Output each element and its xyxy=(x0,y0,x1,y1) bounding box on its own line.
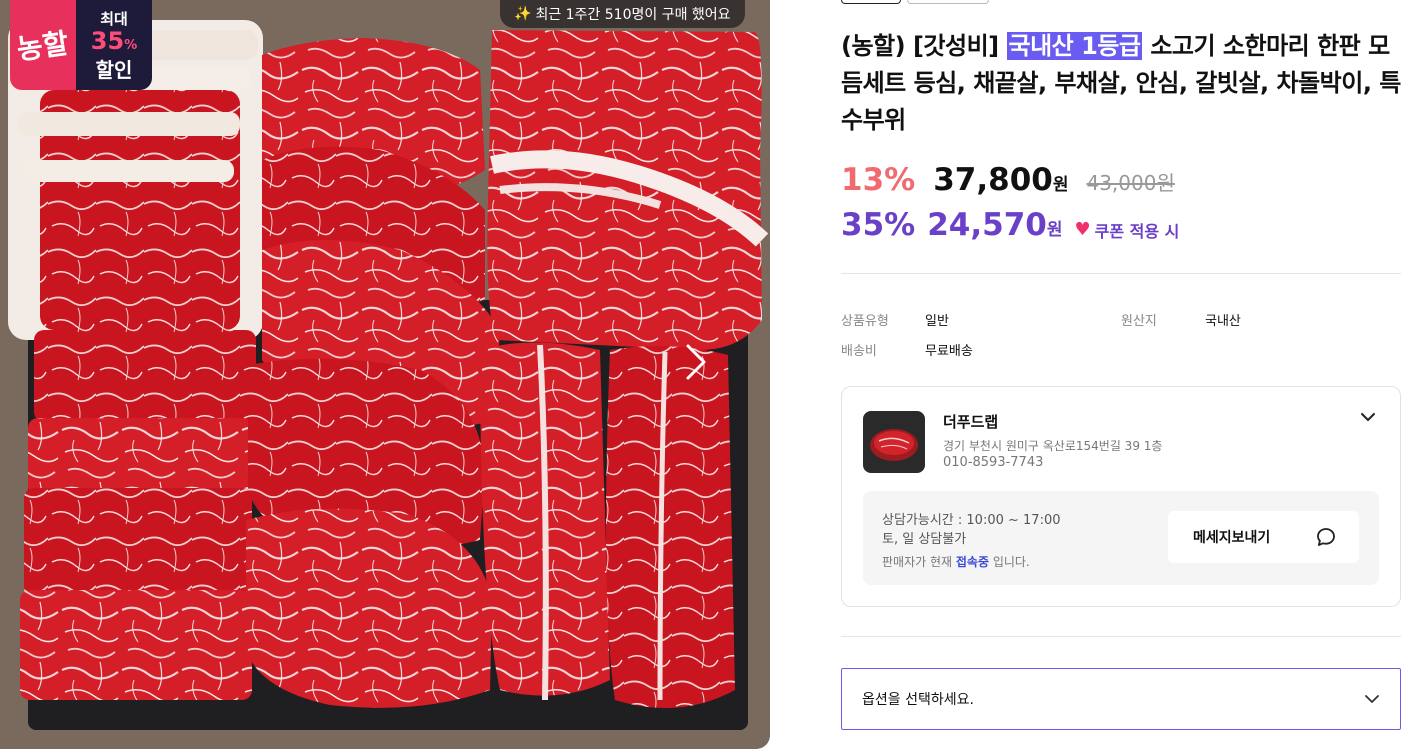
next-image-button[interactable] xyxy=(684,342,720,386)
divider xyxy=(841,636,1401,637)
coupon-price-row: 35% 24,570원 ♥ 쿠폰 적용 시 xyxy=(841,207,1179,243)
sale-price: 37,800원 xyxy=(933,162,1069,198)
consultation-box: 상담가능시간 : 10:00 ~ 17:00 토, 일 상담불가 판매자가 현재… xyxy=(863,491,1379,585)
tab-stub[interactable] xyxy=(841,0,901,4)
seller-expand-toggle[interactable] xyxy=(1356,405,1380,429)
type-label: 상품유형 xyxy=(841,314,889,329)
consultation-weekend: 토, 일 상담불가 xyxy=(882,532,967,547)
origin-value: 국내산 xyxy=(1205,314,1241,329)
heart-icon: ♥ xyxy=(1074,219,1091,240)
shipping-label: 배송비 xyxy=(841,344,877,359)
type-value: 일반 xyxy=(925,314,949,329)
option-placeholder: 옵션을 선택하세요. xyxy=(862,692,974,708)
chevron-right-icon xyxy=(686,344,706,380)
coupon-discount-rate: 35% xyxy=(841,207,916,243)
sparkle-icon: ✨ xyxy=(514,6,532,22)
consultation-hours: 상담가능시간 : 10:00 ~ 17:00 토, 일 상담불가 xyxy=(882,511,1061,549)
badge-discount-label: 할인 xyxy=(95,57,133,82)
top-tab-stubs xyxy=(841,0,989,4)
chevron-down-icon xyxy=(1365,695,1379,703)
product-image-gallery[interactable]: 농할 최대 35% 할인 ✨ 최근 1주간 510명이 구매 했어요 xyxy=(0,0,770,749)
divider xyxy=(841,273,1401,274)
send-message-button[interactable]: 메세지보내기 xyxy=(1168,511,1359,563)
title-highlight: 국내산 1등급 xyxy=(1006,32,1143,60)
product-detail-page: 농할 최대 35% 할인 ✨ 최근 1주간 510명이 구매 했어요 (농할) … xyxy=(0,0,1406,749)
price-row: 13% 37,800원 43,000원 xyxy=(841,162,1175,198)
seller-avatar xyxy=(863,411,925,473)
seller-phone: 010-8593-7743 xyxy=(943,455,1044,470)
tab-stub[interactable] xyxy=(907,0,989,4)
chat-bubble-icon xyxy=(1317,528,1335,546)
badge-percent: 35% xyxy=(90,26,138,55)
chevron-down-icon xyxy=(1361,413,1375,421)
recent-buyers-text: 최근 1주간 510명이 구매 했어요 xyxy=(535,7,731,23)
product-title: (농할) [갓성비] 국내산 1등급 소고기 소한마리 한판 모듬세트 등심, … xyxy=(841,28,1401,139)
seller-online-status: 판매자가 현재 접속중 입니다. xyxy=(882,555,1030,569)
seller-address: 경기 부천시 원미구 옥산로154번길 39 1층 xyxy=(943,439,1163,453)
discount-rate: 13% xyxy=(841,162,916,198)
badge-max-label: 최대 xyxy=(100,9,128,28)
coupon-apply-link[interactable]: ♥ 쿠폰 적용 시 xyxy=(1074,218,1179,242)
discount-badge: 농할 최대 35% 할인 xyxy=(10,0,152,90)
recent-buyers-notice: ✨ 최근 1주간 510명이 구매 했어요 xyxy=(500,0,745,28)
original-price: 43,000원 xyxy=(1086,171,1175,195)
coupon-label: 쿠폰 적용 시 xyxy=(1094,221,1180,241)
shipping-value: 무료배송 xyxy=(925,344,973,359)
option-select[interactable]: 옵션을 선택하세요. xyxy=(841,668,1401,730)
product-photo xyxy=(0,0,770,749)
badge-brand: 농할 xyxy=(10,0,76,90)
seller-logo-image xyxy=(863,411,925,473)
seller-card: 더푸드랩 경기 부천시 원미구 옥산로154번길 39 1층 010-8593-… xyxy=(841,386,1401,607)
origin-label: 원산지 xyxy=(1121,314,1157,329)
consultation-time: 상담가능시간 : 10:00 ~ 17:00 xyxy=(882,513,1061,528)
seller-name[interactable]: 더푸드랩 xyxy=(943,411,998,432)
send-message-label: 메세지보내기 xyxy=(1193,530,1271,546)
coupon-price: 24,570원 xyxy=(927,207,1063,243)
badge-discount-info: 최대 35% 할인 xyxy=(76,0,152,90)
title-prefix: (농할) [갓성비] xyxy=(841,32,1007,60)
